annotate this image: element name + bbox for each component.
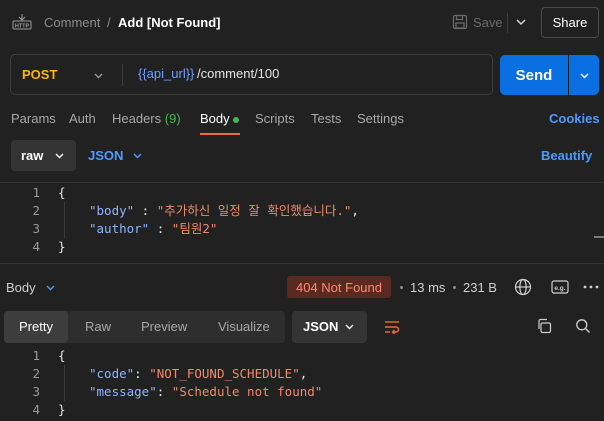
chevron-down-icon bbox=[579, 72, 589, 79]
json-brace: { bbox=[58, 185, 66, 200]
response-time[interactable]: 13 ms bbox=[410, 280, 445, 295]
code-line[interactable]: { bbox=[58, 347, 66, 365]
meta-separator bbox=[453, 286, 456, 289]
method-select[interactable]: POST bbox=[22, 67, 57, 82]
svg-text:e.g.: e.g. bbox=[554, 285, 565, 292]
json-key: "author" bbox=[89, 221, 150, 236]
json-string: "Schedule not found" bbox=[171, 384, 323, 399]
response-format-label: JSON bbox=[303, 319, 339, 334]
tab-raw[interactable]: Raw bbox=[85, 319, 111, 334]
send-button[interactable]: Send bbox=[500, 55, 568, 95]
code-line[interactable]: { bbox=[58, 184, 66, 202]
copy-icon[interactable] bbox=[536, 318, 552, 334]
search-icon[interactable] bbox=[575, 318, 591, 334]
response-size[interactable]: 231 B bbox=[463, 280, 497, 295]
line-number: 1 bbox=[32, 348, 40, 363]
code-line[interactable]: "author" : "팀원2" bbox=[89, 220, 217, 238]
json-string: "추가하신 일정 잘 확인했습니다." bbox=[156, 203, 352, 218]
body-mode-label: raw bbox=[21, 148, 44, 163]
json-comma: , bbox=[299, 366, 308, 381]
chevron-down-icon bbox=[345, 324, 354, 330]
url-variable[interactable]: {{api_url}} bbox=[138, 66, 194, 81]
meta-separator bbox=[400, 286, 403, 289]
tab-visualize[interactable]: Visualize bbox=[218, 319, 270, 334]
indent-guide bbox=[64, 202, 65, 238]
body-indicator-dot bbox=[233, 117, 239, 123]
url-divider bbox=[122, 64, 123, 86]
json-colon: : bbox=[134, 366, 150, 381]
share-button[interactable]: Share bbox=[541, 7, 599, 38]
json-comma: , bbox=[351, 203, 359, 218]
code-line[interactable]: } bbox=[58, 401, 66, 419]
json-colon: : bbox=[149, 221, 172, 236]
tab-headers-label: Headers bbox=[112, 111, 162, 126]
status-badge[interactable]: 404 Not Found bbox=[287, 276, 391, 298]
tab-preview[interactable]: Preview bbox=[141, 319, 187, 334]
svg-text:HTTP: HTTP bbox=[15, 24, 30, 30]
request-title[interactable]: Add [Not Found] bbox=[118, 15, 221, 30]
json-colon: : bbox=[156, 384, 172, 399]
cookies-link[interactable]: Cookies bbox=[549, 111, 600, 126]
headers-count-badge: (9) bbox=[164, 111, 181, 126]
line-number: 4 bbox=[32, 239, 40, 254]
line-number: 2 bbox=[32, 203, 40, 218]
json-string: "NOT_FOUND_SCHEDULE" bbox=[149, 366, 300, 381]
chevron-down-icon bbox=[55, 153, 64, 159]
tab-tests[interactable]: Tests bbox=[311, 111, 341, 126]
json-key: "body" bbox=[89, 203, 135, 218]
save-button[interactable]: Save bbox=[473, 15, 503, 30]
editor-top-divider bbox=[0, 182, 604, 183]
wrap-lines-icon[interactable] bbox=[383, 318, 401, 336]
json-brace: { bbox=[58, 348, 66, 363]
chevron-down-icon[interactable] bbox=[44, 281, 57, 294]
save-example-icon[interactable]: e.g. bbox=[551, 279, 569, 295]
tab-scripts[interactable]: Scripts bbox=[255, 111, 295, 126]
body-format-select[interactable]: JSON bbox=[88, 148, 123, 163]
tab-pretty[interactable]: Pretty bbox=[19, 319, 53, 334]
json-brace: } bbox=[58, 239, 66, 254]
send-options-button[interactable] bbox=[569, 55, 599, 95]
tab-params[interactable]: Params bbox=[11, 111, 56, 126]
code-line[interactable]: "body" : "추가하신 일정 잘 확인했습니다.", bbox=[89, 202, 359, 220]
json-string: "팀원2" bbox=[171, 221, 218, 236]
line-number: 3 bbox=[32, 221, 40, 236]
editor-scrollbar[interactable] bbox=[594, 236, 604, 238]
breadcrumb-separator: / bbox=[107, 15, 111, 30]
line-number: 3 bbox=[32, 384, 40, 399]
line-number: 1 bbox=[32, 185, 40, 200]
indent-guide bbox=[64, 365, 65, 401]
http-icon: HTTP bbox=[12, 14, 32, 30]
more-icon[interactable] bbox=[582, 279, 600, 295]
save-divider bbox=[507, 13, 508, 33]
save-icon bbox=[452, 14, 468, 30]
json-brace: } bbox=[58, 402, 66, 417]
code-line[interactable]: } bbox=[58, 238, 66, 256]
tab-headers[interactable]: Headers (9) bbox=[112, 111, 181, 126]
chevron-down-icon[interactable] bbox=[514, 15, 528, 29]
line-number: 2 bbox=[32, 366, 40, 381]
tab-settings[interactable]: Settings bbox=[357, 111, 404, 126]
response-body-label[interactable]: Body bbox=[6, 280, 36, 295]
chevron-down-icon[interactable] bbox=[92, 69, 105, 82]
pane-divider[interactable] bbox=[0, 263, 604, 264]
chevron-down-icon[interactable] bbox=[131, 149, 144, 162]
line-number: 4 bbox=[32, 402, 40, 417]
json-colon: : bbox=[134, 203, 157, 218]
active-tab-underline bbox=[200, 133, 240, 135]
breadcrumb-collection[interactable]: Comment bbox=[44, 15, 100, 30]
tab-auth[interactable]: Auth bbox=[69, 111, 96, 126]
globe-icon[interactable] bbox=[514, 278, 532, 296]
code-line[interactable]: "message": "Schedule not found" bbox=[89, 383, 322, 401]
code-line[interactable]: "code": "NOT_FOUND_SCHEDULE", bbox=[89, 365, 307, 383]
json-key: "message" bbox=[89, 384, 157, 399]
url-input[interactable]: /comment/100 bbox=[197, 66, 279, 81]
json-key: "code" bbox=[89, 366, 135, 381]
beautify-button[interactable]: Beautify bbox=[541, 148, 592, 163]
tab-body[interactable]: Body bbox=[200, 111, 230, 126]
